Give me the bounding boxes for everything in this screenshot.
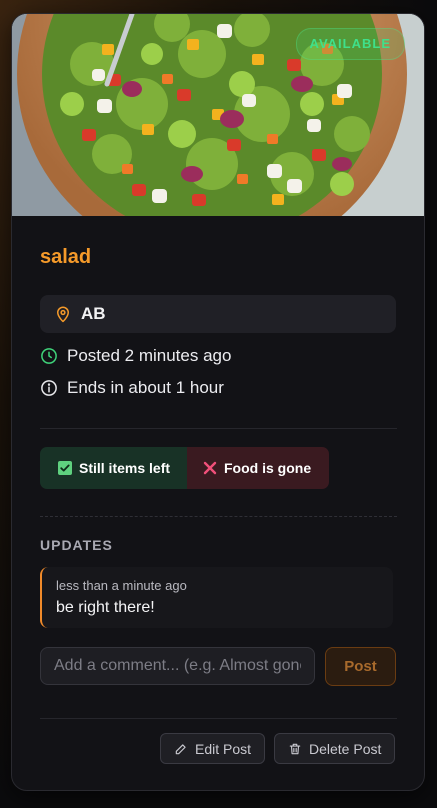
post-title: salad [40,246,92,268]
x-icon [203,461,217,475]
post-comment-button[interactable]: Post [325,647,396,686]
trash-icon [288,742,302,756]
update-time: less than a minute ago [56,578,187,593]
food-is-gone-label: Food is gone [224,460,312,476]
divider [40,718,397,719]
availability-toggle: Still items left Food is gone [40,447,329,489]
posted-row: Posted 2 minutes ago [40,346,231,366]
food-photo: AVAILABLE [12,14,424,216]
posted-time: Posted 2 minutes ago [67,346,232,365]
status-badge: AVAILABLE [295,28,405,60]
divider [40,516,397,517]
location-text: AB [81,304,106,323]
update-item: less than a minute ago be right there! [40,567,393,628]
food-is-gone-button[interactable]: Food is gone [187,447,329,489]
check-icon [58,461,72,475]
divider [40,428,397,429]
delete-post-button[interactable]: Delete Post [274,733,396,764]
info-icon [40,379,58,397]
ends-time: Ends in about 1 hour [67,378,224,397]
still-items-left-label: Still items left [79,460,171,476]
clock-icon [40,347,58,365]
edit-post-label: Edit Post [195,740,252,757]
ends-row: Ends in about 1 hour [40,378,224,398]
food-post-card: AVAILABLE salad AB Posted 2 minutes ago … [11,13,425,791]
comment-input[interactable] [40,647,315,685]
map-pin-icon [54,305,72,323]
delete-post-label: Delete Post [309,740,382,757]
edit-post-button[interactable]: Edit Post [160,733,266,764]
still-items-left-button[interactable]: Still items left [40,447,187,489]
updates-heading: UPDATES [40,537,113,553]
pencil-icon [174,742,188,756]
update-message: be right there! [56,599,155,616]
location-row: AB [40,295,396,333]
